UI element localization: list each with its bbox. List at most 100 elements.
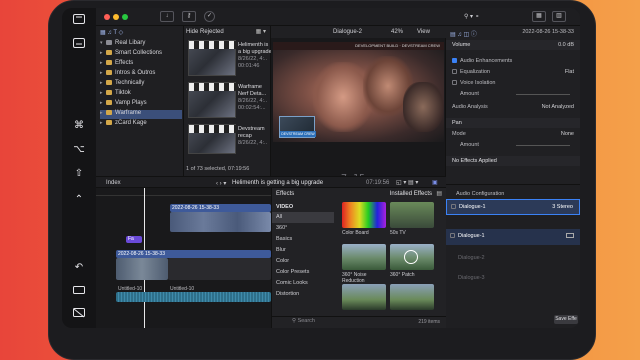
library-item-warframe[interactable]: ▸ Warframe [100,110,182,119]
library-view-icon[interactable]: ▦ [532,11,546,22]
primary-clip-video[interactable] [116,258,168,280]
key-icon[interactable]: ⚷ [182,11,196,22]
timeline[interactable]: 2022-08-26 15-38-33 Fa 2022-08-26 15-38-… [96,188,271,328]
effect-tile-360-noise-reduction[interactable] [342,244,386,270]
folder-icon [106,60,112,65]
toolbar-switch-icons[interactable]: ⚲ ▾ ⚬ [464,13,480,20]
keyboard-icon[interactable] [62,38,96,51]
close-window-button[interactable] [104,14,110,20]
browser-options-icon[interactable]: ▦ ▾ [256,28,266,35]
library-tabs[interactable]: ▦ ♫ T ◇ [100,29,180,38]
equalization-row[interactable]: Equalization Flat [446,67,580,77]
audio-role-row[interactable]: Dialogue-1 3 Stereo [446,199,580,215]
keyboard-shortcut-bar: ⌘ ⌥ ⇧ ⌃ ↶ [62,8,96,328]
effects-search-input[interactable]: ⚲ Search [292,318,315,324]
video-frame[interactable]: DEVELOPMENT BUILD · DEVSTREAM CREW DEVST… [273,42,444,142]
folder-icon [106,50,112,55]
index-button[interactable]: Index [106,180,121,186]
channel-checkbox[interactable] [450,233,455,238]
pan-amount-slider[interactable] [516,145,570,146]
effects-category-color-presets[interactable]: Color Presets [272,267,334,278]
voice-isolation-row[interactable]: Voice Isolation [446,78,580,88]
zoom-window-button[interactable] [122,14,128,20]
minimize-window-button[interactable] [113,14,119,20]
clip-browser: Hide Rejected ▦ ▾ Helimenth is a big upg… [184,26,272,176]
audio-channel-row[interactable]: Dialogue-3 [446,271,580,287]
effects-menu-icon[interactable]: ▤ [436,190,442,197]
clip-title: Devstream recap [238,126,265,139]
effect-tile-50s-tv[interactable] [390,202,434,228]
library-item-intros-outros[interactable]: ▸ Intros & Outros [100,70,182,79]
keyboard-small-icon[interactable] [62,286,96,297]
clip-duration: 00:02:54:... [238,105,266,111]
check-icon[interactable]: ✓ [204,11,215,22]
pan-row[interactable]: Pan [446,118,580,128]
amount-slider[interactable] [516,94,570,95]
effect-tile[interactable] [390,284,434,310]
title-clip[interactable]: Fa [126,236,142,243]
primary-clip-gap[interactable] [168,258,271,280]
pan-amount-row[interactable]: Amount [446,140,580,150]
connected-clip-label[interactable]: 2022-08-26 15-38-33 [170,204,271,212]
shift-key[interactable]: ⇧ [62,168,96,179]
effects-category-comic-looks[interactable]: Comic Looks [272,278,334,289]
zoom-dropdown[interactable]: 42% [391,29,403,35]
snapping-icon[interactable]: ▣ [432,179,438,186]
effects-category-distortion[interactable]: Distortion [272,289,334,300]
clip-title: Helimenth is a big upgrade [238,42,272,55]
connected-clip-video[interactable] [170,212,271,232]
role-checkbox[interactable] [451,204,456,209]
library-item-effects[interactable]: ▸ Effects [100,60,182,69]
effects-category-360[interactable]: 360° [272,223,334,234]
timeline-ruler[interactable] [96,190,271,196]
library-item-zcard-kage[interactable]: ▸ zCard Kage [100,120,182,129]
primary-clip-label[interactable]: 2022-08-26 15-38-33 [116,250,271,258]
pan-mode-row[interactable]: Mode None [446,129,580,139]
library-item-tiktok[interactable]: ▸ Tiktok [100,90,182,99]
audio-configuration: Audio Configuration Dialogue-1 3 Stereo … [446,184,580,328]
effects-browser: Effects Installed Effects ▤ VIDEO All 36… [271,188,447,328]
clip-duration: 00:01:46 [238,63,260,69]
clip-item[interactable]: Devstream recap 8/26/22, 4:.. [188,124,268,154]
view-dropdown[interactable]: View [417,29,430,35]
effects-category-color[interactable]: Color [272,256,334,267]
audio-enhancements-row[interactable]: Audio Enhancements [446,56,580,66]
hide-rejected-filter[interactable]: Hide Rejected [186,29,224,35]
amount-row[interactable]: Amount [446,89,580,99]
final-cut-app: ↓ ⚷ ✓ ⚲ ▾ ⚬ ▦ ▥ ▦ ♫ T ◇ ▾ Real Libary ▸ Sm… [96,8,580,328]
timeline-tools-icons[interactable]: ◱ ▾ ▤ ▾ [396,179,418,186]
waveform-icon [566,233,574,238]
effects-category-basics[interactable]: Basics [272,234,334,245]
download-icon[interactable]: ↓ [160,11,174,22]
library-title[interactable]: ▾ Real Libary [100,40,182,49]
inspector-volume-row[interactable]: Volume 0.0 dB [446,40,580,50]
sidebar-toggle-icon[interactable] [62,14,96,27]
clip-date: 8/26/22, 4:.. [238,140,268,146]
clip-item[interactable]: Helimenth is a big upgrade 8/26/22, 4:..… [188,40,272,76]
control-key[interactable]: ⌃ [62,194,96,205]
effect-tile-360-patch[interactable] [390,244,434,270]
effects-category-all[interactable]: All [272,212,334,223]
installed-effects-dropdown[interactable]: Installed Effects [390,191,432,197]
audio-channel-row[interactable]: Dialogue-1 [446,229,580,245]
option-key[interactable]: ⌥ [62,144,96,155]
save-effects-button[interactable]: Save Effe [554,315,578,324]
effects-category-blur[interactable]: Blur [272,245,334,256]
audio-channel-row[interactable]: Dialogue-2 [446,251,580,267]
timeline-nav-icons[interactable]: ‹ › ▾ [216,180,226,187]
library-item-technically[interactable]: ▸ Technically [100,80,182,89]
undo-icon[interactable]: ↶ [62,262,96,273]
library-item-smart-collections[interactable]: ▸ Smart Collections [100,50,182,59]
audio-analysis-row[interactable]: Audio Analysis Not Analyzed [446,102,580,112]
audio-waveform[interactable] [116,292,271,302]
inspector-tabs[interactable]: ▤ ♫ ◫ ⓘ [450,29,477,38]
effect-tile[interactable] [342,284,386,310]
library-item-vamp-plays[interactable]: ▸ Vamp Plays [100,100,182,109]
clip-item[interactable]: Warframe Nerf Deta... 8/26/22, 4:.. 00:0… [188,82,268,118]
viewer-toolbar: Dialogue-2 42% View [271,26,446,38]
inspector-toggle-icon[interactable]: ▥ [552,11,566,22]
video-overlay-text: DEVELOPMENT BUILD · DEVSTREAM CREW [273,42,444,50]
effect-tile-color-board[interactable] [342,202,386,228]
hide-keyboard-icon[interactable] [62,308,96,321]
command-key[interactable]: ⌘ [62,120,96,131]
